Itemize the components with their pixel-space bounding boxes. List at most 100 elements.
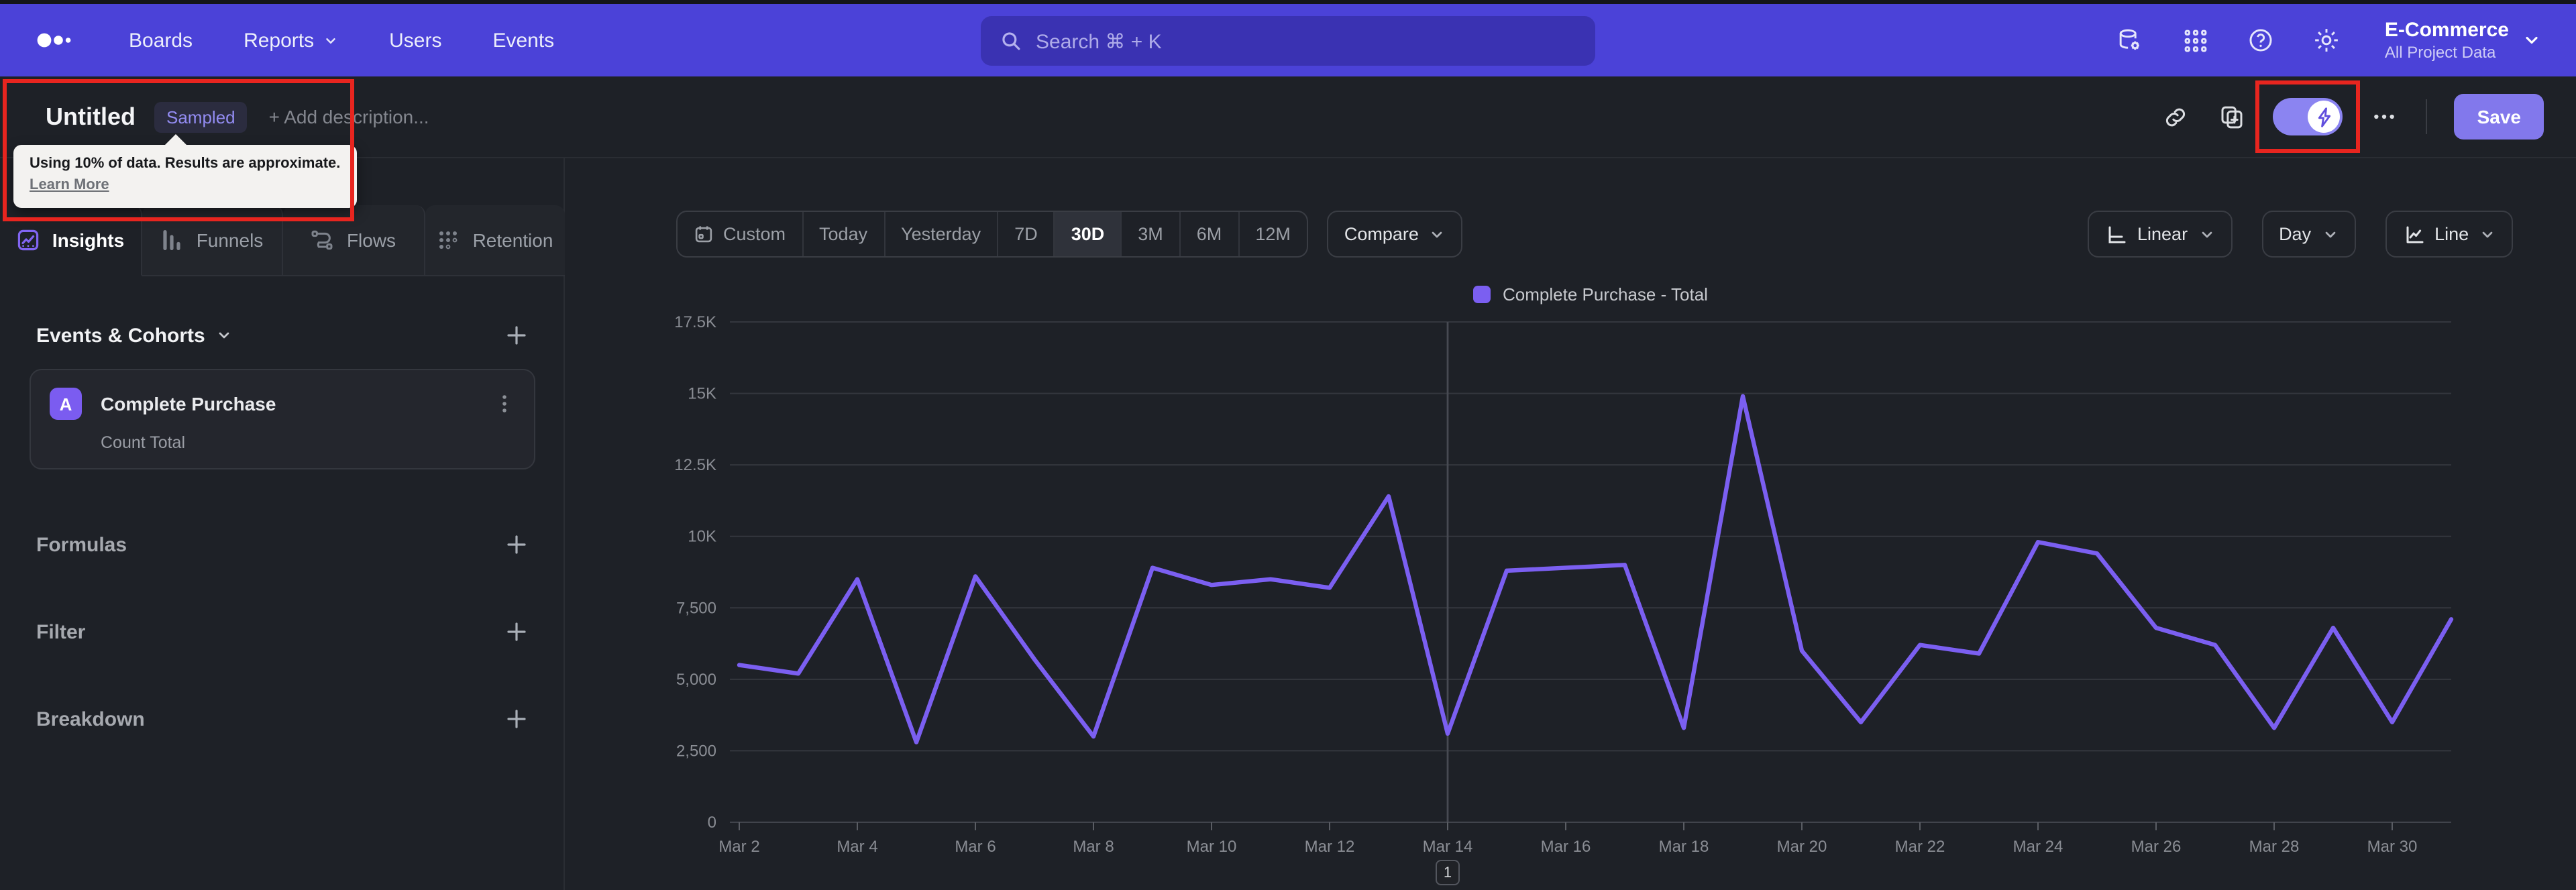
learn-more-link[interactable]: Learn More — [30, 177, 109, 193]
data-management-icon[interactable] — [2114, 24, 2146, 56]
linear-axis-icon — [2108, 225, 2126, 243]
sidebar-content: Events & Cohorts A Complete Purchase Cou… — [0, 276, 565, 890]
svg-text:Mar 10: Mar 10 — [1187, 838, 1237, 856]
svg-text:12.5K: 12.5K — [674, 456, 716, 474]
range-12m[interactable]: 12M — [1238, 212, 1307, 256]
insights-icon — [17, 229, 39, 251]
event-row: A Complete Purchase — [50, 388, 515, 420]
scale-dropdown[interactable]: Linear — [2088, 211, 2233, 258]
legend-label: Complete Purchase - Total — [1503, 284, 1708, 304]
query-sidebar: Insights Funnels Flows Retention Events … — [0, 158, 565, 890]
event-menu-icon[interactable] — [494, 393, 515, 414]
sampling-tooltip-text: Using 10% of data. Results are approxima… — [30, 156, 341, 172]
apps-grid-icon[interactable] — [2180, 24, 2212, 56]
search-input[interactable]: Search ⌘ + K — [981, 16, 1595, 66]
nav-item-reports[interactable]: Reports — [244, 29, 338, 52]
search-placeholder: Search ⌘ + K — [1036, 30, 1162, 53]
events-cohorts-title[interactable]: Events & Cohorts — [36, 324, 232, 347]
nav-right-cluster: E-Commerce All Project Data — [2114, 19, 2541, 62]
settings-gear-icon[interactable] — [2311, 24, 2343, 56]
app-canvas: Boards Reports Users Events Search ⌘ + K — [0, 0, 2576, 890]
add-description-field[interactable]: + Add description... — [269, 106, 429, 127]
svg-text:7,500: 7,500 — [676, 599, 716, 617]
svg-text:15K: 15K — [688, 385, 716, 403]
range-today[interactable]: Today — [802, 212, 883, 256]
report-title-bar: Untitled Sampled + Add description... Sa… — [0, 76, 2576, 158]
svg-text:Mar 18: Mar 18 — [1659, 838, 1709, 856]
sampled-badge[interactable]: Sampled — [154, 101, 248, 132]
tab-flows[interactable]: Flows — [283, 205, 425, 276]
nav-links: Boards Reports Users Events — [129, 29, 554, 52]
sampling-tooltip: Using 10% of data. Results are approxima… — [13, 134, 357, 208]
project-scope: All Project Data — [2384, 43, 2496, 62]
range-7d[interactable]: 7D — [997, 212, 1054, 256]
tab-label: Flows — [346, 229, 396, 251]
retention-icon — [439, 231, 458, 249]
svg-text:17.5K: 17.5K — [674, 313, 716, 331]
event-card[interactable]: A Complete Purchase Count Total — [30, 369, 535, 469]
copy-link-icon[interactable] — [2161, 102, 2190, 131]
tab-insights[interactable]: Insights — [0, 205, 142, 276]
more-options-icon[interactable] — [2370, 102, 2400, 131]
svg-text:Mar 8: Mar 8 — [1073, 838, 1114, 856]
date-range-segmented: Custom Today Yesterday 7D 30D 3M 6M 12M — [676, 211, 1308, 258]
sampling-toggle-knob — [2308, 101, 2341, 133]
help-icon[interactable] — [2245, 24, 2277, 56]
project-text: E-Commerce All Project Data — [2385, 19, 2509, 62]
title-actions-divider — [2426, 99, 2428, 134]
report-title[interactable]: Untitled — [46, 103, 136, 131]
mixpanel-logo[interactable] — [35, 24, 80, 56]
add-filter-button[interactable] — [504, 620, 529, 644]
range-3m[interactable]: 3M — [1120, 212, 1179, 256]
range-yesterday[interactable]: Yesterday — [883, 212, 997, 256]
legend-swatch — [1473, 286, 1491, 303]
svg-text:Mar 14: Mar 14 — [1423, 838, 1473, 856]
svg-text:Mar 2: Mar 2 — [718, 838, 759, 856]
tab-label: Insights — [52, 229, 125, 251]
section-label: Formulas — [36, 533, 127, 556]
event-metric[interactable]: Count Total — [101, 433, 515, 452]
add-to-board-icon[interactable] — [2217, 102, 2247, 131]
lightning-bolt-icon — [2318, 107, 2330, 127]
svg-text:Mar 28: Mar 28 — [2249, 838, 2300, 856]
svg-text:Mar 30: Mar 30 — [2367, 838, 2418, 856]
event-name: Complete Purchase — [101, 393, 276, 414]
save-button[interactable]: Save — [2454, 94, 2544, 140]
chart-legend[interactable]: Complete Purchase - Total — [730, 284, 2451, 304]
chevron-down-icon — [2526, 36, 2538, 44]
top-nav: Boards Reports Users Events Search ⌘ + K — [0, 4, 2576, 76]
tab-funnels[interactable]: Funnels — [142, 205, 283, 276]
project-selector[interactable]: E-Commerce All Project Data — [2385, 19, 2541, 62]
range-6m[interactable]: 6M — [1179, 212, 1238, 256]
granularity-dropdown[interactable]: Day — [2261, 211, 2356, 258]
svg-text:Mar 4: Mar 4 — [837, 838, 877, 856]
event-series-badge: A — [50, 388, 82, 420]
chart-display-controls: Linear Day Line — [2088, 211, 2514, 258]
report-type-tabs: Insights Funnels Flows Retention — [0, 205, 565, 276]
calendar-icon — [695, 226, 712, 243]
line-chart-icon — [2406, 225, 2423, 243]
svg-text:Mar 26: Mar 26 — [2131, 838, 2182, 856]
add-event-button[interactable] — [504, 323, 529, 347]
compare-button[interactable]: Compare — [1326, 211, 1463, 258]
section-formulas: Formulas — [0, 533, 565, 557]
date-range-controls: Custom Today Yesterday 7D 30D 3M 6M 12M … — [676, 211, 1463, 258]
chevron-down-icon — [2201, 231, 2212, 237]
add-breakdown-button[interactable] — [504, 707, 529, 731]
nav-item-boards[interactable]: Boards — [129, 29, 193, 52]
sampling-toggle[interactable] — [2273, 98, 2343, 135]
mixpanel-logo-dots-icon — [37, 33, 71, 48]
svg-text:2,500: 2,500 — [676, 742, 716, 760]
events-cohorts-header: Events & Cohorts — [0, 323, 565, 347]
svg-text:Mar 22: Mar 22 — [1895, 838, 1945, 856]
chart-type-dropdown[interactable]: Line — [2385, 211, 2514, 258]
range-custom[interactable]: Custom — [678, 212, 802, 256]
tab-retention[interactable]: Retention — [425, 205, 565, 276]
chevron-down-icon — [326, 38, 335, 43]
nav-item-events[interactable]: Events — [492, 29, 554, 52]
range-30d[interactable]: 30D — [1053, 212, 1121, 256]
add-formula-button[interactable] — [504, 533, 529, 557]
nav-item-users[interactable]: Users — [389, 29, 441, 52]
svg-text:Mar 24: Mar 24 — [2013, 838, 2063, 856]
chart-annotation-marker[interactable]: 1 — [1436, 860, 1460, 885]
